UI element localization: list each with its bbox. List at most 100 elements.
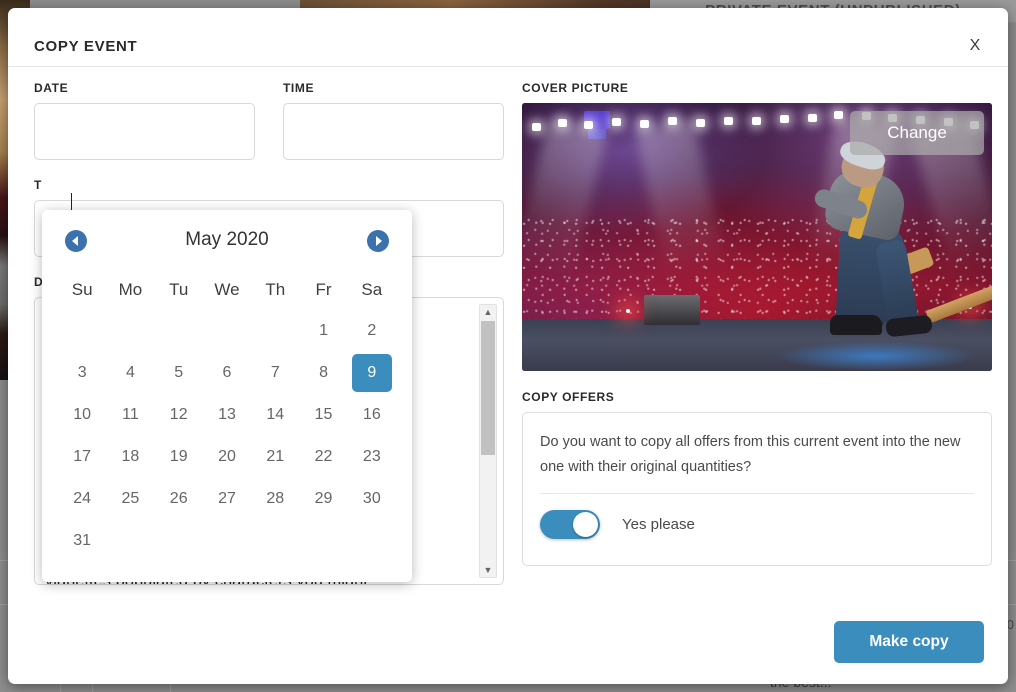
copy-offers-card: Do you want to copy all offers from this…: [522, 412, 992, 566]
title-label: T: [34, 178, 42, 192]
time-input[interactable]: [283, 103, 504, 160]
date-picker-day[interactable]: 12: [155, 394, 203, 436]
close-icon[interactable]: X: [966, 37, 984, 55]
modal-footer: Make copy: [8, 619, 1008, 683]
date-picker-day[interactable]: 8: [299, 352, 347, 394]
date-picker-day[interactable]: 22: [299, 436, 347, 478]
modal-header: COPY EVENT X: [8, 8, 1008, 67]
date-picker-day[interactable]: 21: [251, 436, 299, 478]
date-picker-day-number: [159, 520, 199, 558]
date-picker-empty-cell: [348, 520, 396, 562]
date-picker-day[interactable]: 15: [299, 394, 347, 436]
date-picker-day[interactable]: 1: [299, 310, 347, 352]
date-picker-grid: Su Mo Tu We Th Fr Sa 1 2 3 4 5 6 7 8 9 10 11 12 13 14 15 16 17…: [42, 270, 412, 562]
date-picker-day[interactable]: 19: [155, 436, 203, 478]
date-picker-day-number: 13: [218, 406, 236, 423]
date-picker-day[interactable]: 7: [251, 352, 299, 394]
cover-picture-label: COVER PICTURE: [522, 81, 629, 95]
date-picker-day-number: 19: [169, 448, 188, 465]
date-picker-day[interactable]: 18: [106, 436, 154, 478]
date-picker-day[interactable]: 30: [348, 478, 396, 520]
date-picker-day[interactable]: 23: [348, 436, 396, 478]
date-picker-empty-cell: [203, 520, 251, 562]
change-cover-button[interactable]: Change: [850, 111, 984, 155]
date-picker-week-row: 17 18 19 20 21 22 23: [58, 436, 396, 478]
date-picker-weekday: Mo: [118, 280, 143, 299]
scrollbar-thumb[interactable]: [481, 321, 495, 455]
date-picker-day-number: 15: [314, 406, 333, 423]
date-picker-day-number: 22: [314, 448, 333, 465]
date-picker-day[interactable]: 16: [348, 394, 396, 436]
date-picker-day[interactable]: 14: [251, 394, 299, 436]
date-picker-day[interactable]: 3: [58, 352, 106, 394]
copy-offers-toggle[interactable]: [540, 510, 600, 539]
copy-offers-toggle-row: Yes please: [540, 510, 974, 539]
date-picker-weekday: Sa: [361, 280, 383, 299]
date-picker-day[interactable]: 6: [203, 352, 251, 394]
right-column: COVER PICTURE Change COPY OFFERS Do you …: [522, 81, 992, 566]
date-picker-day-number: 17: [73, 448, 92, 465]
date-picker-day[interactable]: 13: [203, 394, 251, 436]
date-picker-day-number: 28: [266, 490, 285, 507]
date-picker-week-row: 10 11 12 13 14 15 16: [58, 394, 396, 436]
date-picker-day-number: 12: [169, 406, 188, 423]
date-picker-day-number: 9: [351, 354, 392, 392]
date-picker-day-number: 25: [121, 490, 140, 507]
date-picker-weekday: Tu: [169, 280, 189, 299]
date-picker-day[interactable]: 20: [203, 436, 251, 478]
date-picker-day-number: [304, 520, 344, 558]
date-picker-empty-cell: [203, 310, 251, 352]
date-picker-day-number: 23: [362, 448, 381, 465]
date-picker-weekday: Th: [265, 280, 286, 299]
date-picker-day-number: 2: [367, 322, 377, 339]
date-picker-day[interactable]: 11: [106, 394, 154, 436]
date-label: DATE: [34, 81, 69, 95]
date-picker-day-number: 26: [169, 490, 188, 507]
date-picker-day[interactable]: 25: [106, 478, 154, 520]
scroll-down-icon[interactable]: ▼: [480, 563, 496, 577]
date-picker-weekday: Fr: [315, 280, 332, 299]
date-picker-day[interactable]: 29: [299, 478, 347, 520]
date-picker-empty-cell: [106, 520, 154, 562]
date-picker-day[interactable]: 9: [348, 352, 396, 394]
date-picker-day[interactable]: 26: [155, 478, 203, 520]
date-picker-popup[interactable]: May 2020 Su Mo Tu We Th Fr Sa 1 2 3 4 5 6 7 8 9 10 11 12 1…: [42, 210, 412, 582]
date-picker-empty-cell: [299, 520, 347, 562]
date-input[interactable]: [34, 103, 255, 160]
date-picker-day[interactable]: 17: [58, 436, 106, 478]
time-label: TIME: [283, 81, 315, 95]
date-picker-day-number: [159, 310, 199, 348]
make-copy-button[interactable]: Make copy: [834, 621, 984, 663]
date-picker-day-number: [110, 520, 150, 558]
date-picker-day-number: 3: [77, 364, 87, 381]
date-picker-day[interactable]: 28: [251, 478, 299, 520]
date-picker-day-number: 5: [174, 364, 184, 381]
date-picker-day-number: 29: [314, 490, 333, 507]
cover-picture[interactable]: Change: [522, 103, 992, 371]
scroll-up-icon[interactable]: ▲: [480, 305, 496, 319]
date-picker-day[interactable]: 27: [203, 478, 251, 520]
copy-offers-label: COPY OFFERS: [522, 390, 615, 404]
date-picker-header: May 2020: [42, 210, 412, 270]
date-picker-day[interactable]: 5: [155, 352, 203, 394]
date-picker-day-number: 14: [266, 406, 285, 423]
date-picker-day-number: [255, 520, 295, 558]
date-field-group: DATE: [34, 81, 255, 160]
date-picker-day[interactable]: 2: [348, 310, 396, 352]
date-picker-day-number: 6: [222, 364, 232, 381]
date-picker-weekday: Su: [71, 280, 93, 299]
date-picker-day[interactable]: 31: [58, 520, 106, 562]
date-picker-day-number: 20: [218, 448, 236, 465]
date-picker-day[interactable]: 4: [106, 352, 154, 394]
date-picker-day[interactable]: 24: [58, 478, 106, 520]
copy-event-modal: COPY EVENT X DATE TIME T D ▲ ▼ COVER PIC…: [8, 8, 1008, 684]
date-picker-week-row: 12: [58, 310, 396, 352]
date-picker-weekday: We: [214, 280, 240, 299]
date-picker-weekday-row: Su Mo Tu We Th Fr Sa: [58, 270, 396, 310]
date-picker-day-number: 18: [121, 448, 140, 465]
chevron-right-icon[interactable]: [367, 230, 389, 252]
description-scrollbar[interactable]: ▲ ▼: [479, 304, 497, 578]
date-picker-day-number: 11: [122, 406, 139, 423]
date-picker-day-number: [207, 520, 247, 558]
date-picker-day[interactable]: 10: [58, 394, 106, 436]
